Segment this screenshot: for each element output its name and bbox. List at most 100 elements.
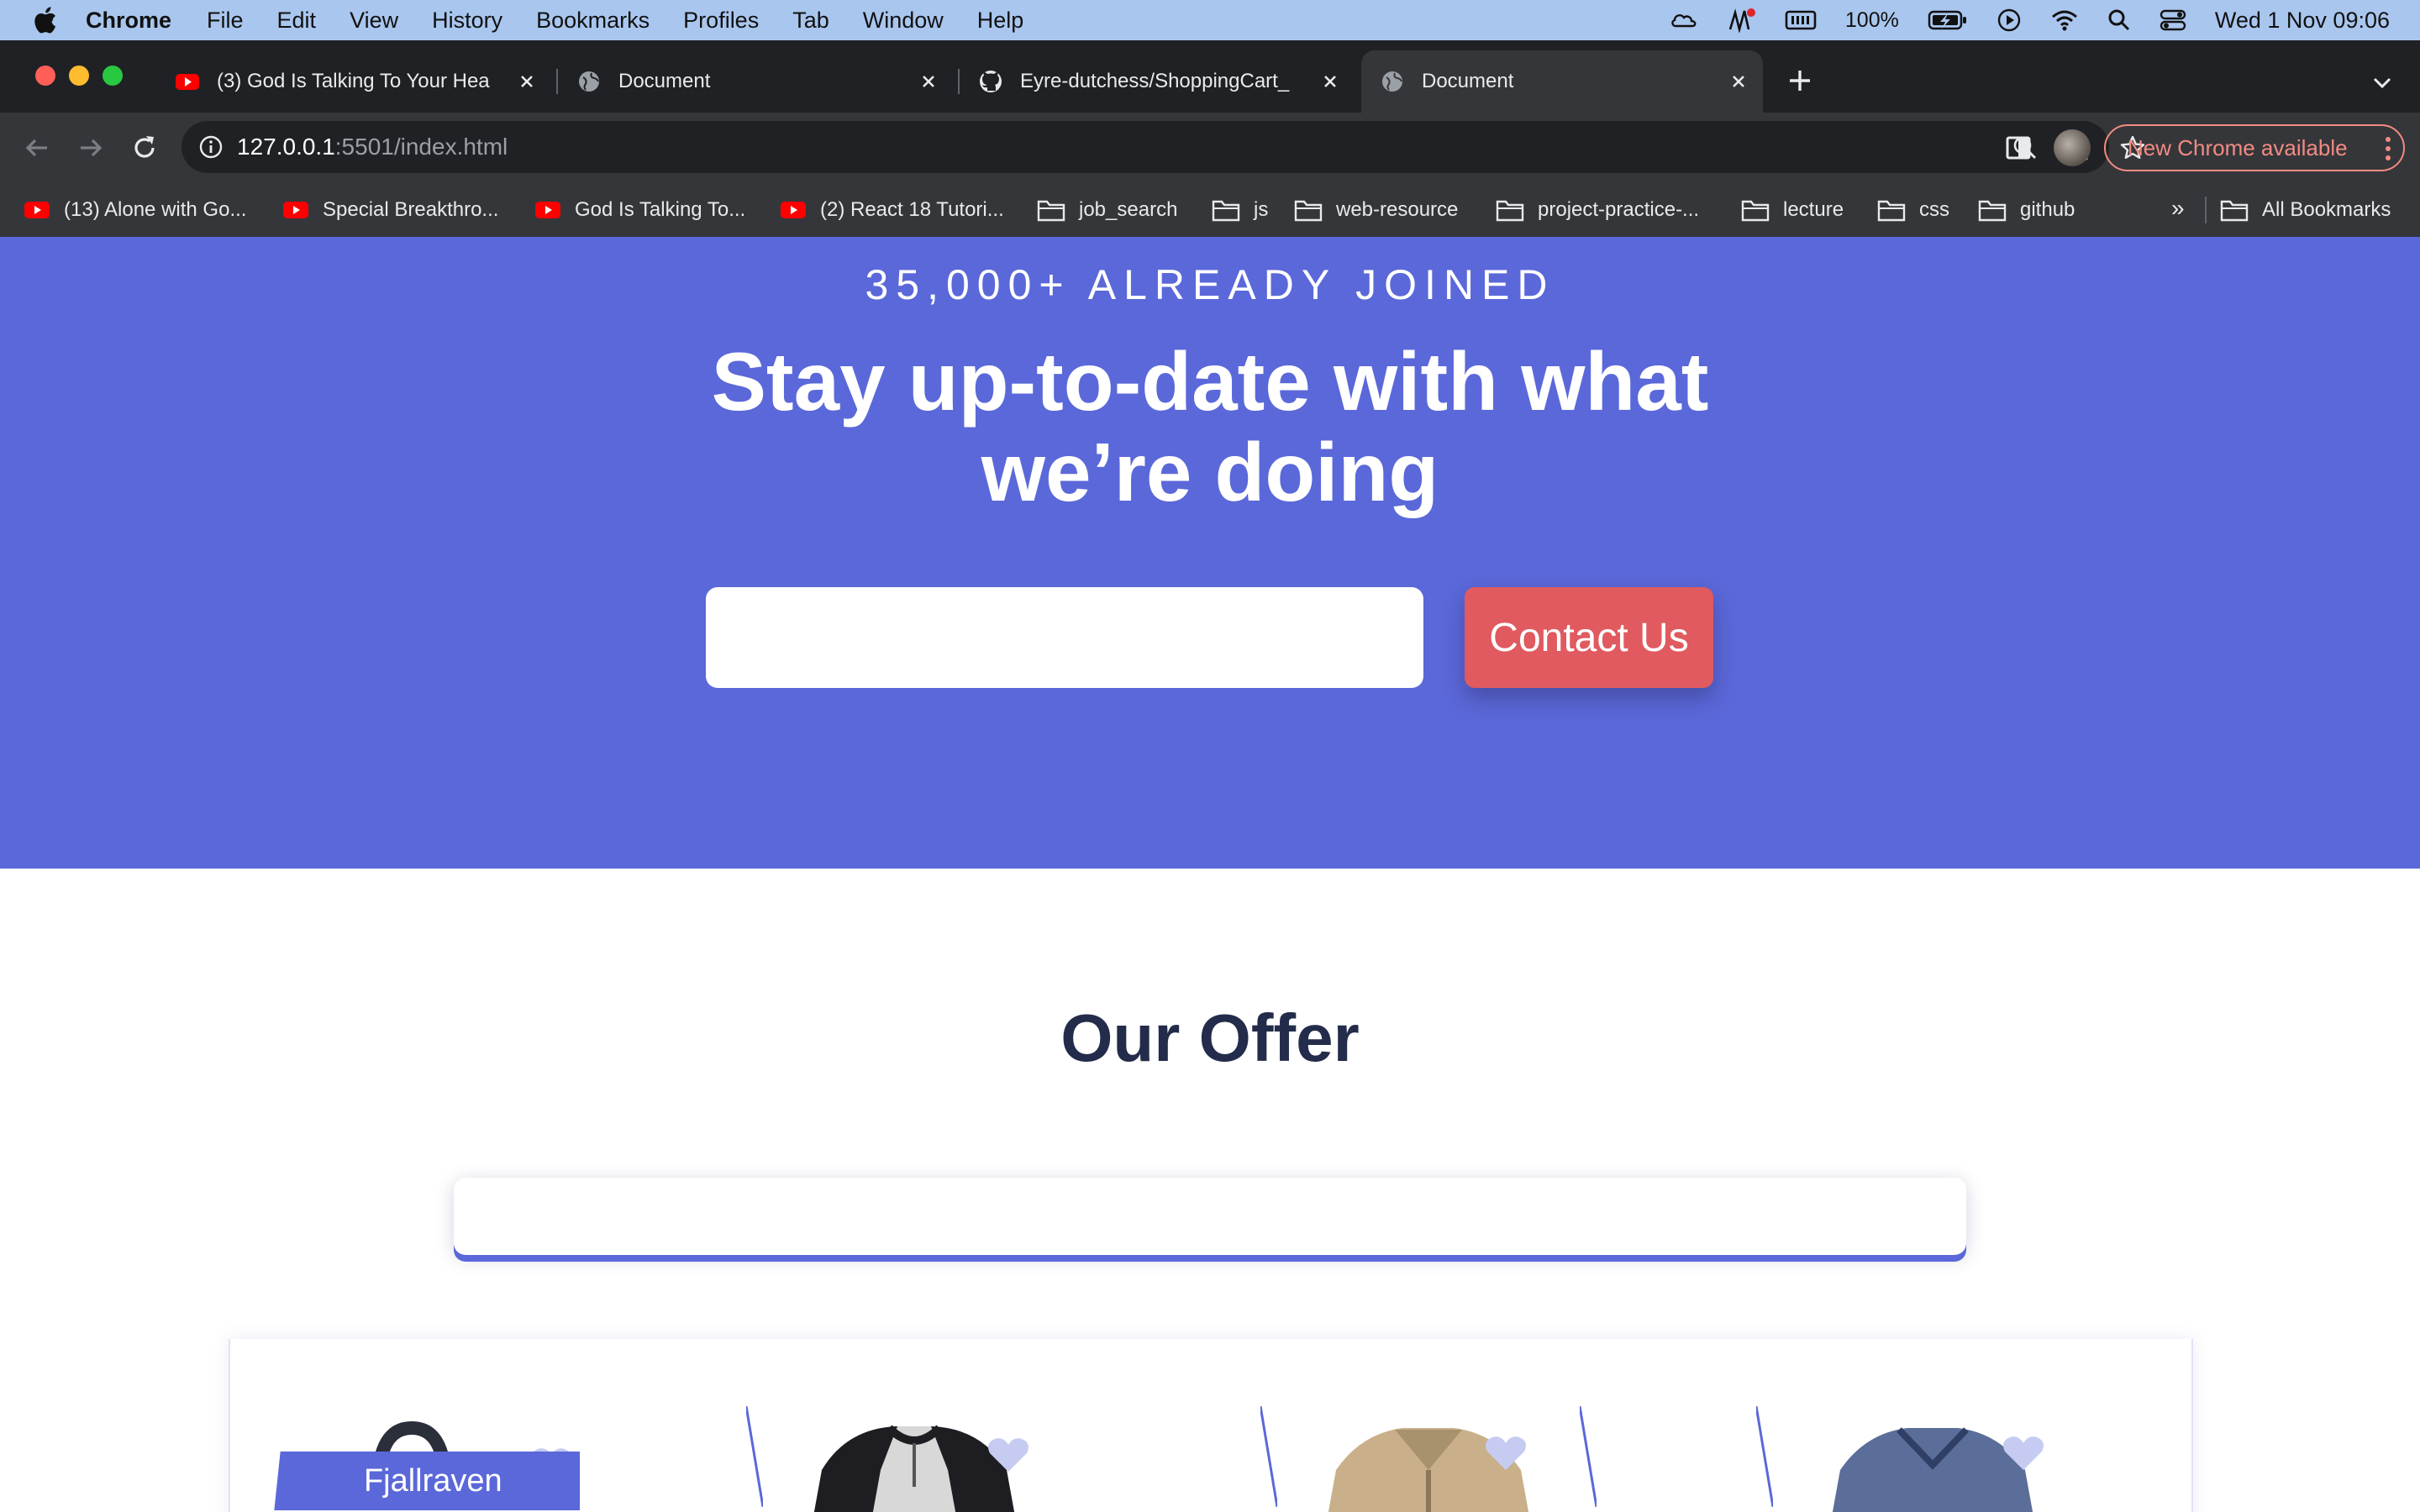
url-path: :5501/index.html: [334, 134, 508, 160]
bookmark-folder[interactable]: project-practice-...: [1496, 183, 1699, 237]
tab-document-active[interactable]: Document: [1361, 50, 1763, 113]
close-tab-icon[interactable]: [514, 69, 539, 94]
menu-tab[interactable]: Tab: [792, 8, 829, 34]
browser-tab-strip: (3) God Is Talking To Your Hea Document …: [0, 40, 2420, 113]
folder-icon: [1877, 200, 1906, 222]
side-panel-icon[interactable]: [2002, 131, 2035, 165]
product-card[interactable]: Fjallraven: [244, 1339, 580, 1512]
browser-toolbar: 127.0.0.1:5501/index.html New Chrome ava…: [0, 113, 2420, 183]
bookmark-label: Special Breakthro...: [323, 198, 499, 221]
more-options-icon[interactable]: [2385, 136, 2391, 161]
profile-avatar[interactable]: [2054, 129, 2091, 166]
tab-youtube[interactable]: (3) God Is Talking To Your Hea: [156, 50, 551, 113]
github-icon: [980, 71, 1002, 92]
heart-icon[interactable]: [985, 1435, 1032, 1475]
control-center-icon[interactable]: [2160, 8, 2186, 32]
globe-icon: [579, 71, 599, 92]
bookmark-folder[interactable]: job_search: [1037, 183, 1177, 237]
macos-menu-bar: Chrome File Edit View History Bookmarks …: [0, 0, 2420, 40]
folder-icon: [2220, 200, 2249, 222]
youtube-icon: [781, 202, 806, 218]
bookmarks-overflow-chevron[interactable]: »: [2171, 195, 2185, 222]
menu-history[interactable]: History: [432, 8, 502, 34]
tab-github[interactable]: Eyre-dutchess/ShoppingCart_: [960, 50, 1355, 113]
email-input[interactable]: [706, 587, 1423, 688]
close-tab-icon[interactable]: [916, 69, 941, 94]
bookmark-folder[interactable]: lecture: [1741, 183, 1844, 237]
all-bookmarks-folder[interactable]: All Bookmarks: [2220, 183, 2391, 237]
tab-document[interactable]: Document: [558, 50, 953, 113]
new-tab-plus-icon[interactable]: [1785, 66, 1815, 96]
bookmarks-divider: [2205, 197, 2207, 223]
menu-view[interactable]: View: [350, 8, 398, 34]
bookmark-item[interactable]: (13) Alone with Go...: [24, 183, 246, 237]
menu-help[interactable]: Help: [977, 8, 1024, 34]
reload-icon[interactable]: [128, 131, 161, 165]
folder-icon: [1741, 200, 1770, 222]
window-close-button[interactable]: [35, 66, 55, 86]
memory-chip-icon[interactable]: [1785, 9, 1817, 31]
spotlight-search-icon[interactable]: [2107, 8, 2131, 32]
contact-us-button[interactable]: Contact Us: [1465, 587, 1713, 688]
menu-file[interactable]: File: [207, 8, 244, 34]
folder-icon: [1496, 200, 1524, 222]
menu-window[interactable]: Window: [863, 8, 944, 34]
bookmark-item[interactable]: God Is Talking To...: [534, 183, 745, 237]
wifi-icon[interactable]: [2050, 8, 2079, 32]
menu-bar-clock[interactable]: Wed 1 Nov 09:06: [2215, 8, 2390, 34]
globe-icon: [1382, 71, 1402, 92]
offer-filter-bar[interactable]: [454, 1178, 1966, 1255]
our-offer-title: Our Offer: [1060, 1000, 1360, 1075]
url-host: 127.0.0.1: [237, 134, 335, 160]
bookmark-item[interactable]: (2) React 18 Tutori...: [780, 183, 1004, 237]
tab-title: Document: [618, 70, 711, 92]
card-edge: [1756, 1406, 1773, 1507]
hero-headline: Stay up-to-date with what we’re doing: [711, 335, 1709, 518]
bookmark-label: All Bookmarks: [2262, 198, 2391, 221]
creative-cloud-icon[interactable]: [1670, 8, 1699, 33]
youtube-icon: [283, 202, 308, 218]
bookmark-label: (13) Alone with Go...: [64, 198, 247, 221]
menu-profiles[interactable]: Profiles: [683, 8, 759, 34]
product-card[interactable]: [1756, 1339, 2092, 1512]
card-edge: [1260, 1406, 1277, 1507]
joined-count-eyebrow: 35,000+ ALREADY JOINED: [865, 261, 1555, 308]
update-label: New Chrome available: [2128, 134, 2348, 160]
now-playing-icon[interactable]: [1996, 8, 2022, 33]
close-tab-icon[interactable]: [1318, 69, 1343, 94]
tab-title: Document: [1422, 70, 1514, 92]
brand-name: Fjallraven: [363, 1462, 502, 1499]
product-card[interactable]: [1260, 1339, 1597, 1512]
menu-edit[interactable]: Edit: [277, 8, 317, 34]
bookmark-folder[interactable]: css: [1877, 183, 1949, 237]
product-card[interactable]: [746, 1339, 1082, 1512]
bookmark-label: God Is Talking To...: [575, 198, 746, 221]
back-arrow-icon[interactable]: [20, 131, 54, 165]
site-info-icon[interactable]: [198, 134, 224, 160]
youtube-icon: [176, 74, 199, 90]
activity-monitor-icon[interactable]: [1728, 8, 1756, 33]
bookmark-label: js: [1254, 198, 1269, 221]
window-zoom-button[interactable]: [103, 66, 123, 86]
folder-icon: [1212, 200, 1240, 222]
menu-bookmarks[interactable]: Bookmarks: [536, 8, 650, 34]
close-tab-icon[interactable]: [1726, 69, 1751, 94]
address-bar[interactable]: 127.0.0.1:5501/index.html: [182, 121, 2145, 173]
bookmark-item[interactable]: Special Breakthro...: [282, 183, 498, 237]
bookmark-label: project-practice-...: [1538, 198, 1700, 221]
card-edge: [746, 1406, 763, 1507]
brand-ribbon: Fjallraven: [274, 1452, 580, 1510]
bookmark-label: css: [1919, 198, 1949, 221]
bookmark-folder[interactable]: js: [1212, 183, 1268, 237]
heart-icon[interactable]: [1482, 1433, 1529, 1473]
new-chrome-available-button[interactable]: New Chrome available: [2104, 124, 2405, 171]
heart-icon[interactable]: [2000, 1433, 2047, 1473]
apple-logo-icon[interactable]: [32, 6, 57, 34]
tab-search-chevron-icon[interactable]: [2370, 72, 2395, 92]
forward-arrow-icon[interactable]: [74, 131, 108, 165]
battery-charging-icon[interactable]: [1928, 9, 1968, 31]
window-minimize-button[interactable]: [69, 66, 89, 86]
menu-app-name[interactable]: Chrome: [86, 8, 171, 34]
bookmark-folder[interactable]: github: [1978, 183, 2075, 237]
bookmark-folder[interactable]: web-resource: [1294, 183, 1458, 237]
